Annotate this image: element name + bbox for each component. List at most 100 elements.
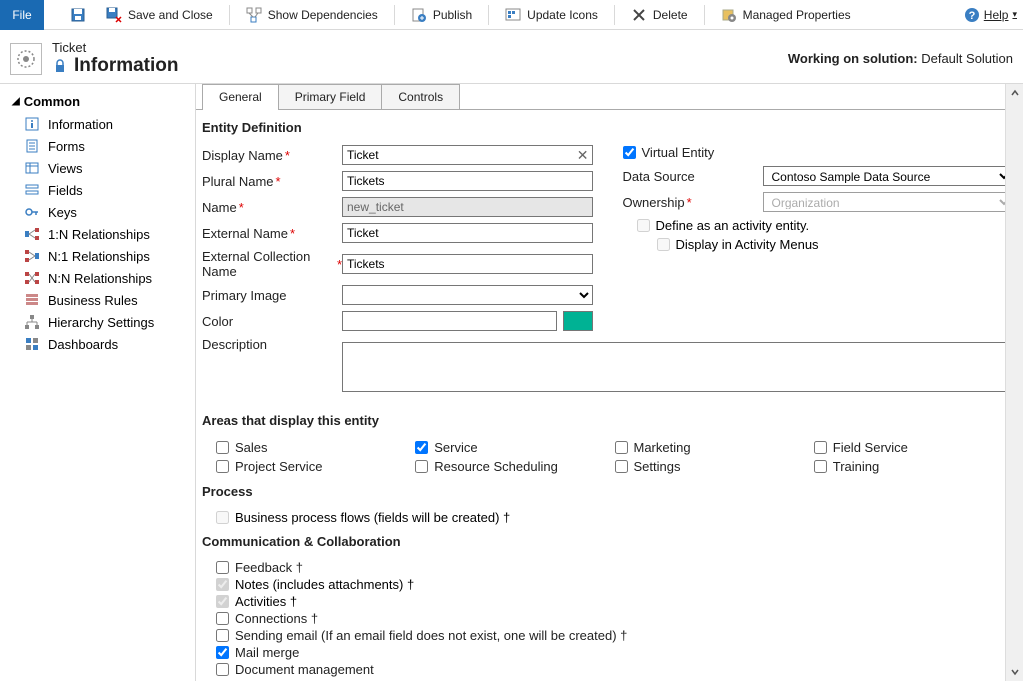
clear-input-icon[interactable]: ✕ (577, 147, 589, 164)
save-close-button[interactable]: Save and Close (98, 3, 221, 27)
scroll-down-arrow[interactable] (1006, 663, 1023, 681)
update-icons-label: Update Icons (527, 8, 598, 22)
display-name-input[interactable] (342, 145, 593, 165)
tab-strip: General Primary Field Controls (196, 84, 1023, 110)
show-dependencies-label: Show Dependencies (268, 8, 378, 22)
nav-item-hierarchy-settings[interactable]: Hierarchy Settings (0, 311, 195, 333)
fields-icon (24, 182, 40, 198)
help-link[interactable]: ? Help ▾ (964, 7, 1017, 23)
chevron-down-icon: ▾ (1012, 9, 1017, 20)
label-description: Description (202, 337, 267, 352)
entity-name: Ticket (52, 40, 179, 55)
forms-icon (24, 138, 40, 154)
file-menu-button[interactable]: File (0, 0, 44, 30)
dashboards-icon (24, 336, 40, 352)
area-resource-scheduling-checkbox[interactable] (415, 460, 428, 473)
info-icon (24, 116, 40, 132)
data-source-select[interactable]: Contoso Sample Data Source (763, 166, 1014, 186)
sending-email-checkbox[interactable] (216, 629, 229, 642)
description-textarea[interactable] (342, 342, 1013, 392)
toolbar-separator (704, 5, 705, 25)
nav-item-keys[interactable]: Keys (0, 201, 195, 223)
update-icons-button[interactable]: Update Icons (497, 3, 606, 27)
lock-icon (52, 58, 68, 74)
nav-group-common[interactable]: ◢ Common (0, 90, 195, 113)
primary-image-select[interactable] (342, 285, 593, 305)
relationship-1n-icon (24, 226, 40, 242)
save-icon (70, 7, 86, 23)
color-swatch[interactable] (563, 311, 593, 331)
label-data-source: Data Source (623, 169, 695, 184)
nav-item-n1-relationships[interactable]: N:1 Relationships (0, 245, 195, 267)
command-bar: File Save and Close Show Dependencies Pu… (0, 0, 1023, 30)
bpf-checkbox (216, 511, 229, 524)
dependencies-icon (246, 7, 262, 23)
nav-item-business-rules[interactable]: Business Rules (0, 289, 195, 311)
area-service-checkbox[interactable] (415, 441, 428, 454)
save-close-label: Save and Close (128, 8, 213, 22)
publish-icon (411, 7, 427, 23)
section-process: Process (202, 476, 1013, 509)
delete-label: Delete (653, 8, 688, 22)
label-primary-image: Primary Image (202, 288, 287, 303)
label-plural-name: Plural Name (202, 174, 274, 189)
area-training-checkbox[interactable] (814, 460, 827, 473)
area-sales-checkbox[interactable] (216, 441, 229, 454)
color-input[interactable] (342, 311, 557, 331)
nav-item-dashboards[interactable]: Dashboards (0, 333, 195, 355)
label-define-activity: Define as an activity entity. (656, 218, 810, 233)
area-project-service-checkbox[interactable] (216, 460, 229, 473)
tab-primary-field[interactable]: Primary Field (278, 84, 383, 109)
feedback-checkbox[interactable] (216, 561, 229, 574)
form-scroll-area: Entity Definition Display Name* ✕ Plural… (196, 110, 1023, 681)
managed-properties-icon (721, 7, 737, 23)
area-field-service-checkbox[interactable] (814, 441, 827, 454)
nav-item-forms[interactable]: Forms (0, 135, 195, 157)
update-icons-icon (505, 7, 521, 23)
nav-item-fields[interactable]: Fields (0, 179, 195, 201)
connections-checkbox[interactable] (216, 612, 229, 625)
hierarchy-icon (24, 314, 40, 330)
plural-name-input[interactable] (342, 171, 593, 191)
managed-properties-button[interactable]: Managed Properties (713, 3, 859, 27)
define-activity-checkbox (637, 219, 650, 232)
external-collection-input[interactable] (342, 254, 593, 274)
page-title: Information (74, 55, 179, 77)
keys-icon (24, 204, 40, 220)
nav-item-information[interactable]: Information (0, 113, 195, 135)
delete-icon (631, 7, 647, 23)
area-settings-checkbox[interactable] (615, 460, 628, 473)
save-button[interactable] (62, 3, 94, 27)
notes-checkbox (216, 578, 229, 591)
scroll-up-arrow[interactable] (1006, 84, 1023, 102)
label-virtual-entity: Virtual Entity (642, 145, 715, 160)
name-input (342, 197, 593, 217)
tab-controls[interactable]: Controls (381, 84, 460, 109)
page-header: Ticket Information Working on solution: … (0, 30, 1023, 84)
nav-item-1n-relationships[interactable]: 1:N Relationships (0, 223, 195, 245)
tab-general[interactable]: General (202, 84, 279, 109)
doc-mgmt-checkbox[interactable] (216, 663, 229, 676)
external-name-input[interactable] (342, 223, 593, 243)
activities-checkbox (216, 595, 229, 608)
managed-properties-label: Managed Properties (743, 8, 851, 22)
publish-button[interactable]: Publish (403, 3, 480, 27)
save-close-icon (106, 7, 122, 23)
delete-button[interactable]: Delete (623, 3, 696, 27)
nav-item-nn-relationships[interactable]: N:N Relationships (0, 267, 195, 289)
collapse-icon: ◢ (12, 96, 20, 107)
show-dependencies-button[interactable]: Show Dependencies (238, 3, 386, 27)
nav-item-views[interactable]: Views (0, 157, 195, 179)
svg-text:?: ? (968, 10, 975, 22)
vertical-scrollbar[interactable] (1005, 84, 1023, 681)
virtual-entity-checkbox[interactable] (623, 146, 636, 159)
area-marketing-checkbox[interactable] (615, 441, 628, 454)
mail-merge-checkbox[interactable] (216, 646, 229, 659)
label-display-name: Display Name (202, 148, 283, 163)
entity-header-icon (10, 43, 42, 75)
toolbar-separator (488, 5, 489, 25)
toolbar-separator (614, 5, 615, 25)
toolbar-separator (394, 5, 395, 25)
ownership-select: Organization (763, 192, 1014, 212)
help-label: Help (984, 8, 1009, 22)
